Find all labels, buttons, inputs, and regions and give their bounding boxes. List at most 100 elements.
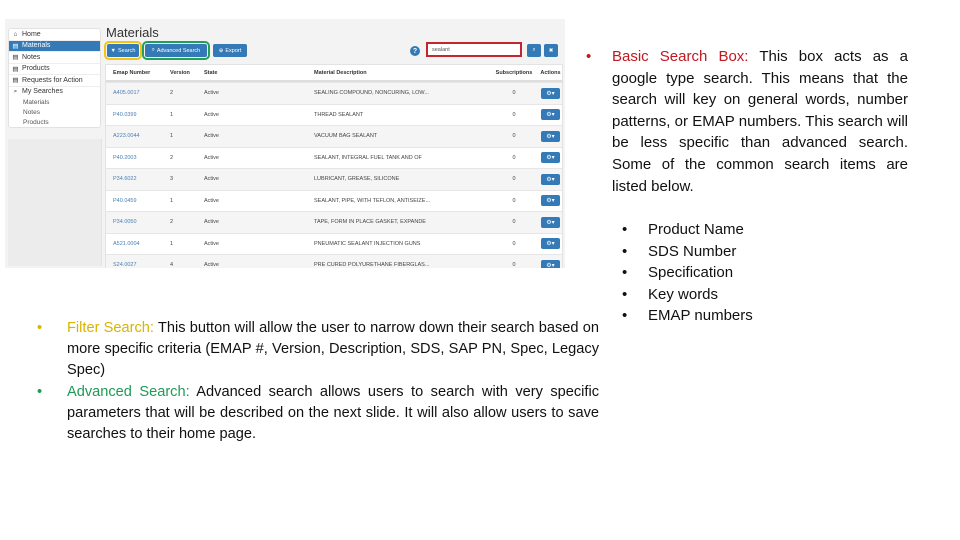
close-icon: ✖ (548, 47, 554, 54)
button-label: Advanced Search (156, 47, 201, 54)
table-header: Emap Number Version State Material Descr… (106, 65, 562, 82)
description-cell: SEALANT, INTEGRAL FUEL TANK AND OF (314, 154, 422, 161)
subscriptions-cell: 0 (512, 176, 516, 183)
emap-number-link[interactable]: A405.0017 (106, 90, 170, 96)
column-header-version[interactable]: Version (170, 70, 204, 76)
filter-icon: ▼ (110, 47, 116, 54)
bullet: • (37, 383, 43, 400)
gear-icon: ⚙▾ (546, 155, 555, 162)
actions-gear-button[interactable]: ⚙▾ (541, 259, 560, 268)
document-icon: ▤ (12, 54, 19, 62)
button-label: Search (118, 47, 136, 54)
common-search-items-list: • Product Name • SDS Number • Specification… (622, 219, 753, 327)
column-header-emap-number[interactable]: Emap Number (106, 70, 170, 76)
emap-number-link[interactable]: P34.0050 (106, 219, 170, 225)
home-icon: ⌂ (13, 30, 18, 38)
actions-gear-button[interactable]: ⚙▾ (541, 216, 560, 228)
emap-number-link[interactable]: P40.0399 (106, 112, 170, 118)
sidebar-item-products[interactable]: ▤ Products (9, 64, 100, 75)
emap-number-link[interactable]: P40.0459 (106, 198, 170, 204)
sidebar-item-label: Notes (22, 53, 41, 61)
state-cell: Active (204, 176, 219, 183)
sidebar-item-label: Materials (22, 42, 51, 50)
column-header-description[interactable]: Material Description (314, 70, 489, 76)
search-clear-button[interactable]: ✖ (544, 44, 558, 57)
search-icon: ⌕ (532, 47, 536, 53)
advanced-search-term: Advanced Search: (67, 383, 190, 400)
advanced-search-button[interactable]: ⌕ Advanced Search (142, 41, 210, 60)
my-searches-notes[interactable]: Notes (9, 107, 100, 117)
sidebar-item-home[interactable]: ⌂ Home (9, 29, 100, 41)
emap-number-link[interactable]: A223.0044 (106, 133, 170, 139)
sidebar-background (8, 139, 102, 266)
version-cell: 2 (170, 154, 174, 161)
document-icon: ▤ (12, 65, 19, 73)
basic-search-input[interactable]: sealant (426, 42, 522, 57)
subscriptions-cell: 0 (512, 262, 516, 268)
gear-icon: ⚙▾ (546, 241, 555, 248)
actions-gear-button[interactable]: ⚙▾ (541, 152, 560, 164)
state-cell: Active (204, 262, 219, 268)
page-title: Materials (106, 25, 159, 40)
actions-gear-button[interactable]: ⚙▾ (541, 195, 560, 207)
sidebar-item-label: Requests for Action (22, 76, 83, 84)
state-cell: Active (204, 240, 219, 247)
my-searches-products[interactable]: Products (9, 117, 100, 127)
column-header-state[interactable]: State (204, 70, 314, 76)
state-cell: Active (204, 133, 219, 140)
subscriptions-cell: 0 (512, 133, 516, 140)
sidebar-my-searches[interactable]: ⌕ My Searches (9, 87, 100, 98)
emap-number-link[interactable]: A521.0004 (106, 241, 170, 247)
state-cell: Active (204, 90, 219, 97)
version-cell: 1 (170, 197, 174, 204)
button-label: Export (225, 47, 242, 54)
bullet: • (37, 320, 43, 336)
table-row: P40.0459 1 Active SEALANT, PIPE, WITH TEFLO… (106, 189, 562, 212)
sidebar-item-label: Products (22, 65, 50, 73)
gear-icon: ⚙▾ (546, 133, 555, 140)
basic-search-term: Basic Search Box: (612, 48, 749, 65)
table-row: A521.0004 1 Active PNEUMATIC SEALANT INJECT… (106, 232, 562, 255)
version-cell: 4 (170, 262, 174, 268)
actions-gear-button[interactable]: ⚙▾ (541, 173, 560, 185)
gear-icon: ⚙▾ (546, 176, 555, 183)
description-cell: PRE CURED POLYURETHANE FIBERGLAS... (314, 262, 430, 268)
subscriptions-cell: 0 (512, 197, 516, 204)
table-row: A223.0044 1 Active VACUUM BAG SEALANT 0 ⚙▾ (106, 125, 562, 147)
version-cell: 3 (170, 176, 174, 183)
description-cell: TAPE, FORM IN PLACE GASKET, EXPANDE (314, 219, 426, 226)
export-icon: ⊕ (218, 47, 224, 54)
state-cell: Active (204, 111, 219, 118)
document-icon: ▤ (12, 42, 19, 50)
sidebar-item-notes[interactable]: ▤ Notes (9, 52, 100, 64)
actions-gear-button[interactable]: ⚙▾ (541, 87, 560, 99)
sidebar-item-label: My Searches (22, 88, 63, 96)
bullet: • (586, 48, 592, 65)
materials-table: Emap Number Version State Material Descr… (105, 64, 563, 268)
gear-icon: ⚙▾ (546, 219, 555, 226)
sidebar-item-materials[interactable]: ▤ Materials (9, 40, 100, 52)
my-searches-materials[interactable]: Materials (9, 97, 100, 107)
search-submit-button[interactable]: ⌕ (527, 44, 541, 57)
main-content: Materials ▼ Search ⌕ Advanced Search ⊕ Expo… (103, 19, 565, 268)
description-cell: LUBRICANT, GREASE, SILICONE (314, 176, 400, 183)
help-icon[interactable]: ? (410, 46, 420, 56)
sidebar-item-requests-for-action[interactable]: ▤ Requests for Action (9, 75, 100, 87)
filter-search-term: Filter Search: (67, 320, 154, 336)
actions-gear-button[interactable]: ⚙▾ (541, 238, 560, 250)
actions-gear-button[interactable]: ⚙▾ (541, 109, 560, 121)
column-header-subscriptions[interactable]: Subscriptions (489, 70, 539, 76)
filter-search-button[interactable]: ▼ Search (104, 41, 142, 60)
actions-gear-button[interactable]: ⚙▾ (541, 130, 560, 142)
document-icon: ▤ (12, 77, 19, 85)
list-item: • Specification (622, 264, 734, 282)
table-row: P34.0050 2 Active TAPE, FORM IN PLACE GASKE… (106, 211, 562, 233)
export-button[interactable]: ⊕ Export (213, 44, 247, 57)
emap-number-link[interactable]: P34.6022 (106, 176, 170, 182)
list-item: • SDS Number (622, 242, 737, 260)
filter-search-description: • Filter Search: This button will allow … (37, 318, 599, 382)
gear-icon: ⚙▾ (546, 198, 555, 205)
subscriptions-cell: 0 (512, 111, 516, 118)
emap-number-link[interactable]: P40.2003 (106, 155, 170, 161)
emap-number-link[interactable]: S24.0027 (106, 262, 170, 268)
